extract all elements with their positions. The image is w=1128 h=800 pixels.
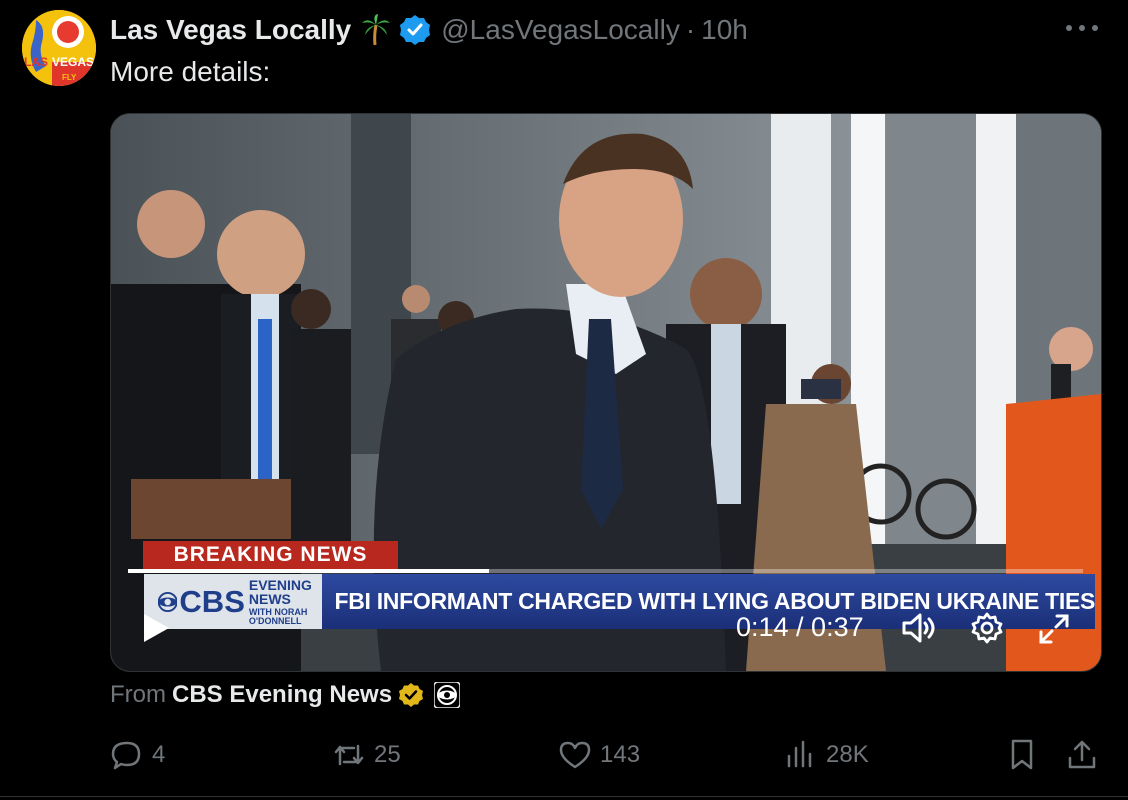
share-button[interactable]	[1065, 735, 1107, 775]
reply-count: 4	[152, 741, 166, 768]
gold-verified-badge-icon	[399, 683, 424, 707]
retweet-count: 25	[374, 741, 401, 768]
verified-badge-icon[interactable]	[399, 14, 431, 46]
bookmark-button[interactable]	[1005, 735, 1047, 775]
author-avatar[interactable]: LAS VEGAS FLY	[22, 10, 96, 86]
tweet-text: More details:	[110, 56, 271, 87]
progress-bar-fill	[128, 569, 489, 573]
progress-bar[interactable]	[128, 569, 1083, 573]
views-count: 28K	[826, 741, 869, 768]
views-button[interactable]: 28K	[784, 735, 869, 775]
bookmark-icon	[1011, 739, 1033, 770]
avatar-image: LAS VEGAS FLY	[22, 10, 96, 86]
share-icon	[1068, 740, 1096, 769]
like-button[interactable]: 143	[558, 735, 640, 775]
palm-tree-icon	[362, 14, 391, 46]
tweet-timestamp[interactable]: 10h	[701, 14, 748, 46]
tweet-divider	[0, 796, 1128, 797]
like-count: 143	[600, 741, 641, 768]
tweet-actions: 4 25 143 28K	[110, 735, 1100, 775]
like-icon	[559, 741, 591, 769]
video-source-attribution: From CBS Evening News	[110, 680, 461, 710]
author-name[interactable]: Las Vegas Locally	[110, 14, 351, 46]
author-handle[interactable]: @LasVegasLocally	[441, 14, 680, 46]
retweet-icon	[334, 744, 364, 766]
reply-icon	[111, 741, 141, 770]
video-player[interactable]: BREAKING NEWS CBS EVENING NEWS WITH NORA…	[110, 113, 1102, 672]
svg-text:FLY: FLY	[62, 73, 77, 82]
fullscreen-icon[interactable]	[1037, 612, 1071, 646]
breaking-news-banner: BREAKING NEWS	[143, 541, 398, 569]
source-name[interactable]: CBS Evening News	[172, 681, 392, 709]
reply-button[interactable]: 4	[110, 735, 165, 775]
from-label: From	[110, 681, 166, 708]
retweet-button[interactable]: 25	[332, 735, 401, 775]
play-icon[interactable]	[141, 612, 171, 644]
video-time: 0:14 / 0:37	[736, 611, 864, 642]
views-icon	[787, 740, 812, 768]
tweet-header: Las Vegas Locally @LasVegasLocally · 10h	[110, 12, 748, 48]
cbs-eye-logo-icon	[434, 682, 461, 708]
video-controls: 0:14 / 0:37	[111, 604, 1101, 654]
settings-gear-icon[interactable]	[971, 612, 1003, 644]
svg-text:LAS: LAS	[24, 55, 48, 69]
header-separator: ·	[685, 14, 696, 45]
svg-text:VEGAS: VEGAS	[52, 55, 94, 69]
volume-icon[interactable]	[901, 612, 937, 644]
more-icon[interactable]	[1066, 16, 1098, 40]
cbs-evening-news: EVENING NEWS	[248, 576, 312, 607]
